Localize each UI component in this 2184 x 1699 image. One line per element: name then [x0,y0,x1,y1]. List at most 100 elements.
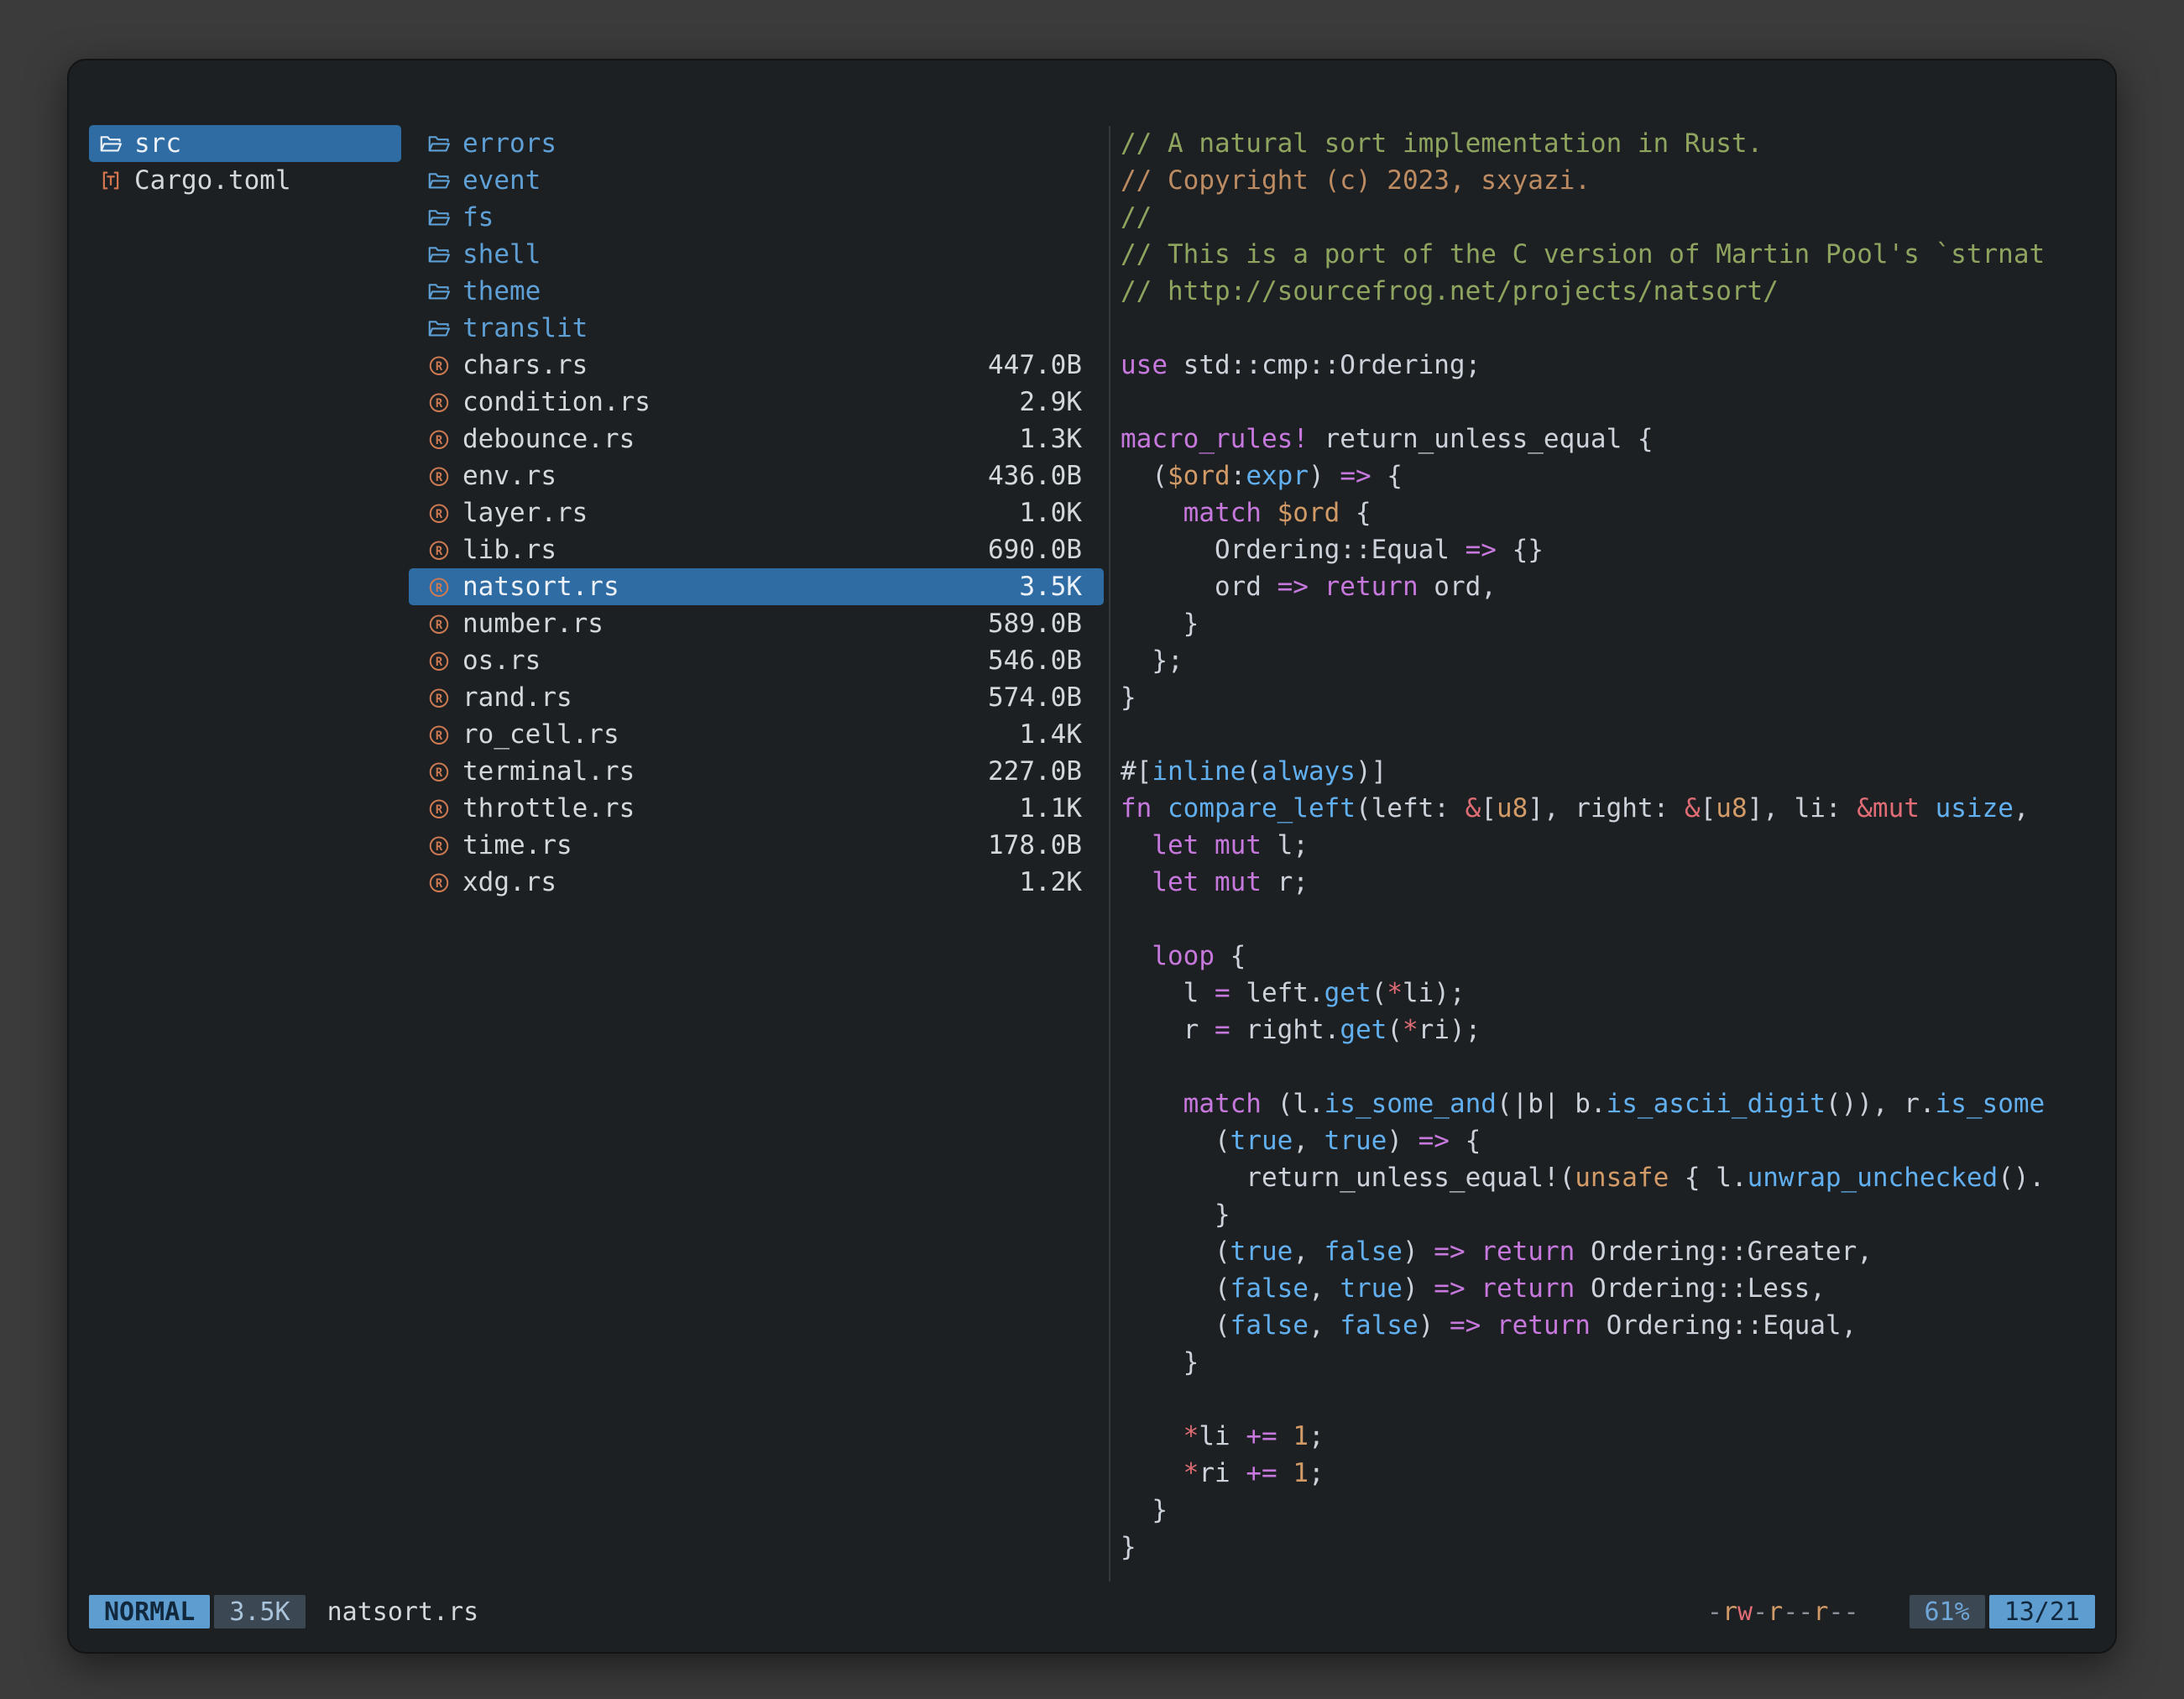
file-row[interactable]: Cargo.toml [89,162,401,199]
file-size-badge: 3.5K [214,1595,305,1628]
file-row[interactable]: Rthrottle.rs 1.1K [409,790,1104,827]
rust-icon: R [426,353,452,378]
file-row[interactable]: Rcondition.rs2.9K [409,384,1104,421]
file-name: shell [462,236,541,273]
code-line: } [1121,605,2115,642]
code-line: } [1121,1529,2115,1566]
dir-row-selected[interactable]: src [89,125,401,162]
preview-code: // A natural sort implementation in Rust… [1121,125,2115,1566]
file-row[interactable]: Rtime.rs178.0B [409,827,1104,864]
code-line: match $ord { [1121,494,2115,531]
dir-row[interactable]: theme [409,273,1104,310]
code-line: } [1121,1492,2115,1529]
file-name: natsort.rs [462,568,619,605]
code-line: } [1121,1196,2115,1233]
file-size: 589.0B [988,605,1104,642]
code-line: *ri += 1; [1121,1455,2115,1492]
folder-icon [426,131,452,156]
dir-row[interactable]: shell [409,236,1104,273]
file-row[interactable]: Ros.rs546.0B [409,642,1104,679]
svg-text:R: R [436,729,443,743]
file-name: env.rs [462,457,556,494]
toml-icon [97,168,124,193]
code-line: }; [1121,642,2115,679]
dir-row[interactable]: translit [409,310,1104,347]
svg-text:R: R [436,840,443,854]
code-line: (true, false) => return Ordering::Greate… [1121,1233,2115,1270]
file-row[interactable]: Rrand.rs 574.0B [409,679,1104,716]
file-row[interactable]: Rlib.rs 690.0B [409,531,1104,568]
code-line: fn compare_left(left: &[u8], right: &[u8… [1121,790,2115,827]
status-filename: natsort.rs [327,1597,479,1627]
preview-pane[interactable]: // A natural sort implementation in Rust… [1121,125,2115,1581]
code-line: return_unless_equal!(unsafe { l.unwrap_u… [1121,1159,2115,1196]
code-line: // This is a port of the C version of Ma… [1121,236,2115,273]
file-size: 690.0B [988,531,1104,568]
code-line: macro_rules! return_unless_equal { [1121,421,2115,457]
file-name: time.rs [462,827,572,864]
folder-icon [426,205,452,230]
file-name: ro_cell.rs [462,716,619,753]
file-row-selected[interactable]: Rnatsort.rs3.5K [409,568,1104,605]
file-name: errors [462,125,556,162]
permissions: -rw-r--r-- [1707,1597,1859,1627]
code-line: (false, false) => return Ordering::Equal… [1121,1307,2115,1344]
code-line: // [1121,199,2115,236]
svg-text:R: R [436,434,443,447]
file-row[interactable]: Rro_cell.rs 1.4K [409,716,1104,753]
code-line: match (l.is_some_and(|b| b.is_ascii_digi… [1121,1085,2115,1122]
file-size: 447.0B [988,347,1104,384]
code-line: let mut l; [1121,827,2115,864]
code-line: r = right.get(*ri); [1121,1012,2115,1048]
dir-row[interactable]: fs [409,199,1104,236]
svg-text:R: R [436,656,443,669]
rust-icon: R [426,833,452,858]
file-size: 546.0B [988,642,1104,679]
rust-icon: R [426,796,452,821]
rust-icon: R [426,648,452,673]
svg-text:R: R [436,693,443,706]
dir-row[interactable]: errors [409,125,1104,162]
rust-icon: R [426,389,452,415]
code-line: (false, true) => return Ordering::Less, [1121,1270,2115,1307]
svg-text:R: R [436,360,443,374]
file-size: 1.2K [1019,864,1104,901]
code-line: #[inline(always)] [1121,753,2115,790]
parent-pane: srcCargo.toml [89,125,401,199]
code-line [1121,901,2115,938]
file-row[interactable]: Rterminal.rs227.0B [409,753,1104,790]
code-line: *li += 1; [1121,1418,2115,1455]
file-name: number.rs [462,605,603,642]
rust-icon: R [426,574,452,599]
svg-text:R: R [436,471,443,484]
pane-separator [1109,126,1110,1581]
rust-icon: R [426,463,452,489]
code-line [1121,1048,2115,1085]
file-row[interactable]: Rlayer.rs1.0K [409,494,1104,531]
file-name: rand.rs [462,679,572,716]
file-size: 436.0B [988,457,1104,494]
rust-icon: R [426,870,452,895]
scroll-percent-badge: 61% [1910,1595,1985,1628]
file-row[interactable]: Rdebounce.rs1.3K [409,421,1104,457]
svg-text:R: R [436,545,443,558]
file-name: event [462,162,541,199]
file-name: throttle.rs [462,790,635,827]
file-name: condition.rs [462,384,650,421]
file-size: 574.0B [988,679,1104,716]
file-row[interactable]: Rxdg.rs1.2K [409,864,1104,901]
file-row[interactable]: Rchars.rs447.0B [409,347,1104,384]
code-line: use std::cmp::Ordering; [1121,347,2115,384]
rust-icon: R [426,500,452,525]
dir-row[interactable]: event [409,162,1104,199]
file-row[interactable]: Renv.rs 436.0B [409,457,1104,494]
file-size: 1.1K [1019,790,1104,827]
code-line: // A natural sort implementation in Rust… [1121,125,2115,162]
file-size: 1.4K [1019,716,1104,753]
code-line: (true, true) => { [1121,1122,2115,1159]
svg-text:R: R [436,766,443,780]
file-row[interactable]: Rnumber.rs589.0B [409,605,1104,642]
code-line: l = left.get(*li); [1121,975,2115,1012]
file-name: lib.rs [462,531,556,568]
file-size: 1.3K [1019,421,1104,457]
